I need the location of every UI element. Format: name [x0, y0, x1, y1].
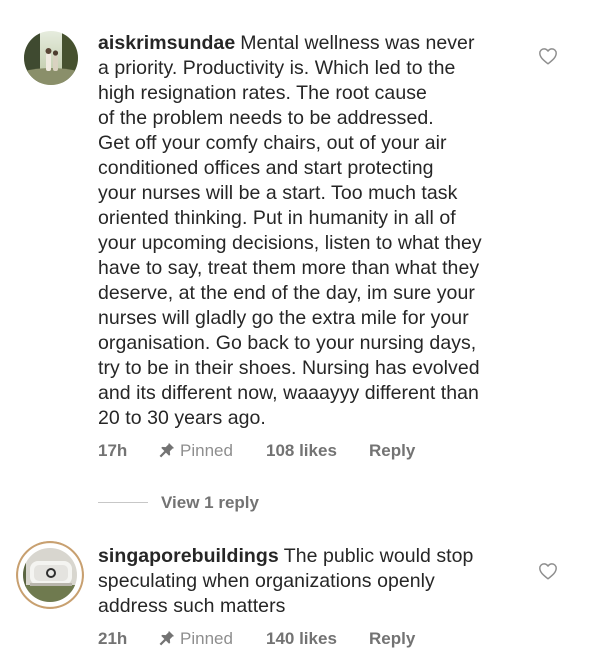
pinned-label: Pinned [180, 629, 233, 648]
pin-icon [159, 630, 175, 646]
pinned-badge: Pinned [158, 439, 233, 463]
username[interactable]: singaporebuildings [98, 545, 279, 567]
likes-count[interactable]: 108 likes [266, 439, 337, 463]
comment-text: aiskrimsundae Mental wellness was never a… [98, 31, 538, 431]
reply-button[interactable]: Reply [369, 439, 415, 463]
heart-outline-icon[interactable] [538, 47, 558, 65]
comment-2: singaporebuildings The public would stop … [0, 530, 591, 667]
divider-line [98, 502, 148, 503]
comment-content: Mental wellness was never a priority. Pr… [98, 32, 482, 429]
view-replies[interactable]: View 1 reply [98, 490, 298, 516]
reply-button[interactable]: Reply [369, 627, 415, 651]
comment-1: aiskrimsundae Mental wellness was never a… [0, 0, 591, 480]
comment-text: singaporebuildings The public would stop … [98, 544, 538, 619]
username[interactable]: aiskrimsundae [98, 32, 235, 54]
avatar[interactable] [16, 541, 84, 609]
timestamp: 17h [98, 441, 128, 460]
likes-count[interactable]: 140 likes [266, 627, 337, 651]
pin-icon [159, 442, 175, 458]
pinned-badge: Pinned [158, 627, 233, 651]
view-replies-label[interactable]: View 1 reply [161, 490, 259, 516]
heart-outline-icon[interactable] [538, 562, 558, 580]
pinned-label: Pinned [180, 441, 233, 460]
timestamp: 21h [98, 629, 128, 648]
avatar-photo [24, 31, 78, 85]
avatar[interactable] [24, 31, 78, 85]
avatar-photo [16, 541, 84, 609]
